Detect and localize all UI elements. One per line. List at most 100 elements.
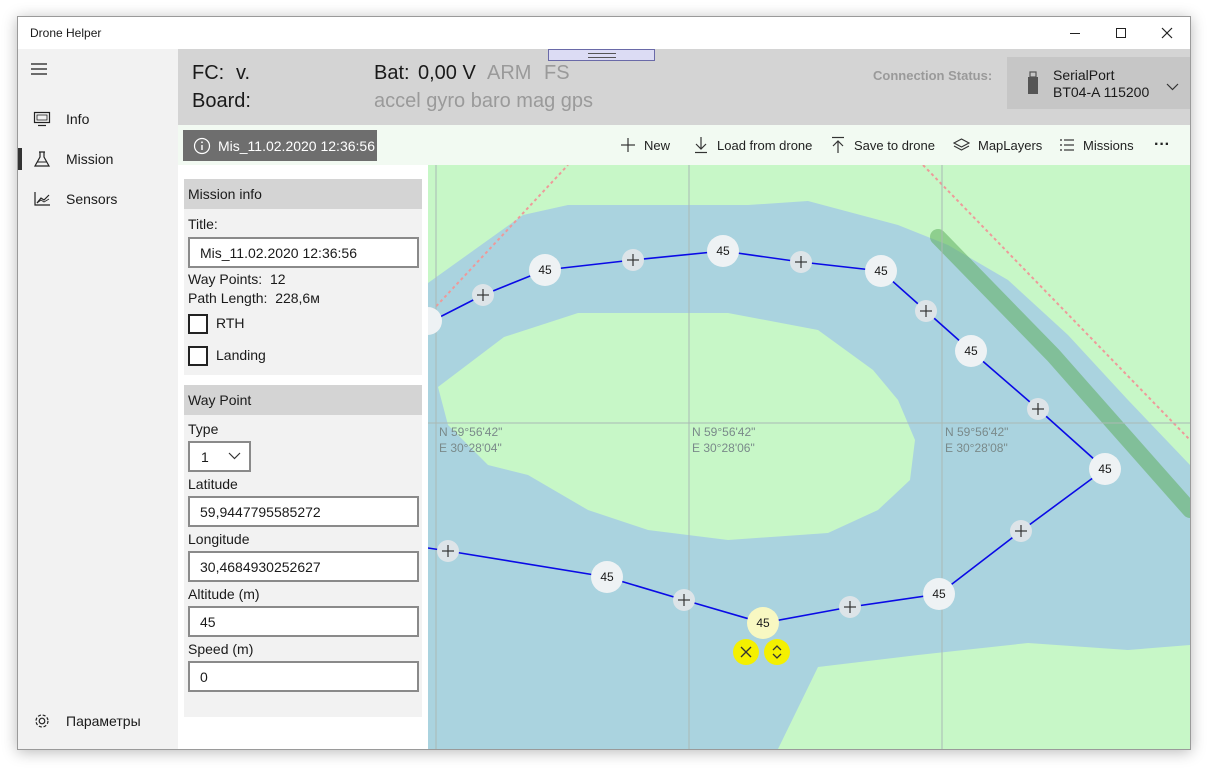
altitude-label: Altitude (m) <box>188 586 260 602</box>
waypoint-marker[interactable]: 45 <box>955 335 987 367</box>
app-window: Drone Helper Info Mission Sensors Параме… <box>17 16 1191 750</box>
nav-item-label: Параметры <box>66 713 141 729</box>
move-waypoint-button[interactable] <box>764 639 790 665</box>
minimize-icon <box>1070 33 1080 34</box>
maximize-button[interactable] <box>1098 17 1144 49</box>
chevron-down-icon <box>1166 78 1179 96</box>
add-waypoint-handle[interactable] <box>622 249 644 271</box>
fc-label: FC: <box>192 62 225 84</box>
speed-input[interactable]: 0 <box>188 661 419 692</box>
waypoint-header: Way Point <box>184 385 422 415</box>
nav-item-sensors[interactable]: Sensors <box>18 179 178 219</box>
nav-item-mission[interactable]: Mission <box>18 139 178 179</box>
failsafe-indicator: FS <box>544 62 570 84</box>
nav-item-label: Info <box>66 111 90 127</box>
speed-label: Speed (m) <box>188 641 254 657</box>
up-down-chevron-icon <box>772 645 782 659</box>
missions-button[interactable]: Missions <box>1059 125 1134 165</box>
missions-label: Missions <box>1083 137 1134 153</box>
chart-icon <box>18 191 66 207</box>
arm-indicator: ARM <box>487 62 532 84</box>
add-waypoint-handle[interactable] <box>472 284 494 306</box>
serial-port-selector[interactable]: SerialPort BT04-A 115200 <box>1007 57 1190 109</box>
add-waypoint-handle[interactable] <box>1010 520 1032 542</box>
map-canvas <box>428 165 1190 749</box>
grid-coordinate-label: N 59°56'42" E 30°28'06" <box>692 425 756 455</box>
chevron-down-icon <box>228 449 241 465</box>
hamburger-menu-button[interactable] <box>30 61 48 81</box>
mission-map[interactable]: 45 45 45 45 45 45 45 45 N 59°56'42" E 30°… <box>428 165 1190 749</box>
save-to-drone-button[interactable]: Save to drone <box>830 125 935 165</box>
waypoint-marker[interactable]: 45 <box>707 235 739 267</box>
add-waypoint-handle[interactable] <box>1027 398 1049 420</box>
nav-item-label: Mission <box>66 151 114 167</box>
waypoint-type-select[interactable]: 1 <box>188 441 251 472</box>
add-waypoint-handle[interactable] <box>839 596 861 618</box>
rth-checkbox[interactable] <box>188 314 208 334</box>
maximize-icon <box>1116 28 1126 38</box>
title-bar: Drone Helper <box>18 17 1190 49</box>
delete-waypoint-button[interactable] <box>733 639 759 665</box>
waypoint-marker[interactable]: 45 <box>923 578 955 610</box>
waypoints-count: Way Points: 12 <box>188 271 286 287</box>
nav-item-info[interactable]: Info <box>18 99 178 139</box>
load-label: Load from drone <box>717 137 813 153</box>
waypoint-marker-selected[interactable]: 45 <box>747 607 779 639</box>
waypoint-marker[interactable]: 45 <box>591 561 623 593</box>
mission-info-header: Mission info <box>184 179 422 209</box>
fc-version: v. <box>236 62 251 84</box>
nav-item-settings[interactable]: Параметры <box>18 701 178 741</box>
battery-label: Bat: <box>374 62 410 84</box>
new-mission-button[interactable]: New <box>620 125 670 165</box>
port-detail: BT04-A 115200 <box>1053 84 1150 100</box>
map-layers-button[interactable]: MapLayers <box>953 125 1042 165</box>
minimize-button[interactable] <box>1052 17 1098 49</box>
altitude-input[interactable]: 45 <box>188 606 419 637</box>
latitude-label: Latitude <box>188 476 238 492</box>
add-waypoint-handle[interactable] <box>915 300 937 322</box>
close-icon <box>740 646 752 658</box>
close-icon <box>1161 27 1173 39</box>
drag-handle[interactable] <box>548 49 655 61</box>
grid-coordinate-label: N 59°56'42" E 30°28'08" <box>945 425 1009 455</box>
gear-icon <box>18 712 66 730</box>
landing-checkbox[interactable] <box>188 346 208 366</box>
type-value: 1 <box>201 448 209 465</box>
path-length: Path Length: 228,6м <box>188 290 320 306</box>
latitude-input[interactable]: 59,9447795585272 <box>188 496 419 527</box>
rth-label: RTH <box>216 315 245 331</box>
upload-icon <box>832 136 844 153</box>
port-name: SerialPort <box>1053 67 1115 83</box>
mission-toolbar: Mis_11.02.2020 12:36:56 New Load from dr… <box>178 125 1190 165</box>
connection-status-bar: FC: v. Board: Bat: 0,00 V ARM FS accel g… <box>178 49 1190 125</box>
title-label: Title: <box>188 216 218 232</box>
waypoint-group: Way Point Type 1 Latitude 59,94477955852… <box>184 385 422 717</box>
save-label: Save to drone <box>854 137 935 153</box>
mission-side-panel: Mission info Title: Mis_11.02.2020 12:36… <box>178 165 428 749</box>
new-label: New <box>644 137 671 153</box>
battery-value: 0,00 V <box>418 62 476 84</box>
more-options-button[interactable]: ··· <box>1154 125 1170 165</box>
waypoint-marker[interactable]: 45 <box>529 254 561 286</box>
sensor-indicators: accel gyro baro mag gps <box>374 90 594 112</box>
layers-icon <box>953 138 970 151</box>
close-button[interactable] <box>1144 17 1190 49</box>
waypoint-marker[interactable]: 45 <box>1089 453 1121 485</box>
longitude-input[interactable]: 30,4684930252627 <box>188 551 419 582</box>
download-icon <box>695 137 707 154</box>
add-waypoint-handle[interactable] <box>437 540 459 562</box>
add-waypoint-handle[interactable] <box>673 589 695 611</box>
mission-name-badge[interactable]: Mis_11.02.2020 12:36:56 <box>183 130 377 161</box>
add-waypoint-handle[interactable] <box>790 251 812 273</box>
longitude-label: Longitude <box>188 531 250 547</box>
grid-coordinate-label: N 59°56'42" E 30°28'04" <box>439 425 503 455</box>
map-layers-label: MapLayers <box>978 137 1043 153</box>
hamburger-icon <box>31 63 47 75</box>
mission-info-group: Mission info Title: Mis_11.02.2020 12:36… <box>184 179 422 375</box>
load-from-drone-button[interactable]: Load from drone <box>693 125 812 165</box>
type-label: Type <box>188 421 219 437</box>
nav-item-label: Sensors <box>66 191 118 207</box>
waypoint-marker[interactable]: 45 <box>865 255 897 287</box>
mission-name: Mis_11.02.2020 12:36:56 <box>218 137 375 154</box>
mission-title-input[interactable]: Mis_11.02.2020 12:36:56 <box>188 237 419 268</box>
